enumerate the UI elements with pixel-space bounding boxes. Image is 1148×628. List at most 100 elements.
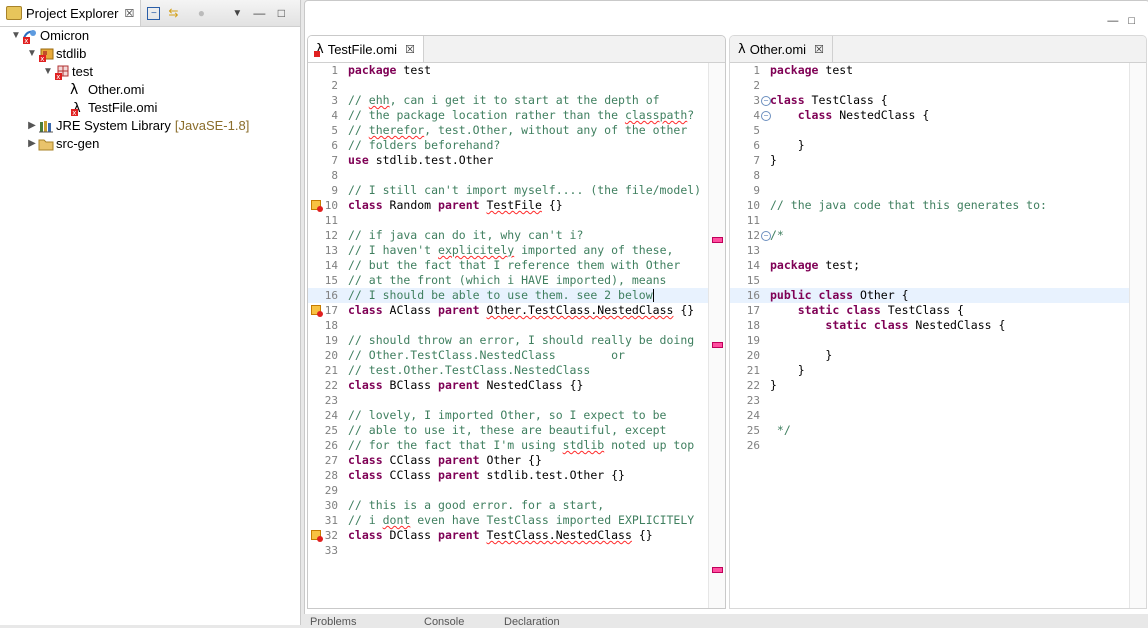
tree-item-other-omi[interactable]: λ Other.omi [0, 81, 300, 99]
code-line[interactable]: 22 class BClass parent NestedClass {} [308, 378, 725, 393]
code-line[interactable]: 5 [730, 123, 1146, 138]
overview-ruler[interactable] [1129, 63, 1146, 608]
close-icon[interactable]: ☒ [405, 43, 415, 56]
code-line[interactable]: 24 // lovely, I imported Other, so I expe… [308, 408, 725, 423]
code-line[interactable]: 22} [730, 378, 1146, 393]
code-editor-other[interactable]: 1 package test 2 3− class TestClass {4− clas… [730, 63, 1146, 453]
code-text: // therefor, test.Other, without any of … [348, 123, 688, 137]
code-editor-testfile[interactable]: 1 package test 2 3// ehh, can i get it to s… [308, 63, 725, 558]
code-line[interactable]: 33 [308, 543, 725, 558]
code-line[interactable]: 30 // this is a good error. for a start, [308, 498, 725, 513]
code-line[interactable]: 14 // but the fact that I reference them … [308, 258, 725, 273]
code-line[interactable]: 10 // the java code that this generates t… [730, 198, 1146, 213]
code-line[interactable]: 1 package test [730, 63, 1146, 78]
error-overview-marker[interactable] [712, 342, 723, 348]
close-icon[interactable]: ☒ [814, 43, 824, 56]
code-line[interactable]: 5 // therefor, test.Other, without any of… [308, 123, 725, 138]
code-line[interactable]: 29 [308, 483, 725, 498]
code-line[interactable]: 7 use stdlib.test.Other [308, 153, 725, 168]
code-line[interactable]: 12−/* [730, 228, 1146, 243]
code-line[interactable]: 15 // at the front (which i HAVE imported… [308, 273, 725, 288]
code-line[interactable]: 8 [308, 168, 725, 183]
minimize-icon[interactable]: — [1107, 15, 1118, 27]
code-line[interactable]: 17 class AClass parent Other.TestClass.Ne… [308, 303, 725, 318]
maximize-icon[interactable]: □ [272, 4, 290, 22]
code-line[interactable]: 16 // I should be able to use them. see 2… [308, 288, 725, 303]
code-line[interactable]: 31 // i dont even have TestClass imported… [308, 513, 725, 528]
tree-item-jre[interactable]: ▶ JRE System Library [JavaSE-1.8] [0, 117, 300, 135]
code-line[interactable]: 8 [730, 168, 1146, 183]
code-line[interactable]: 23 [730, 393, 1146, 408]
code-line[interactable]: 19 [730, 333, 1146, 348]
code-line[interactable]: 15 [730, 273, 1146, 288]
code-line[interactable]: 26 // for the fact that I'm using stdlib … [308, 438, 725, 453]
tree-item-omicron[interactable]: ▼ x Omicron [0, 27, 300, 45]
tab-project-explorer[interactable]: Project Explorer ☒ [0, 0, 142, 26]
code-line[interactable]: 12 // if java can do it, why can't i? [308, 228, 725, 243]
tab-testfile-omi[interactable]: λ TestFile.omi ☒ [308, 36, 424, 62]
code-line[interactable]: 6 // folders beforehand? [308, 138, 725, 153]
expand-arrow-icon[interactable]: ▼ [42, 63, 54, 81]
tab-console[interactable]: Console [424, 616, 464, 628]
tree-item-testfile-omi[interactable]: λx TestFile.omi [0, 99, 300, 117]
expand-arrow-icon[interactable]: ▼ [10, 27, 22, 45]
error-marker-icon[interactable] [311, 200, 323, 212]
error-overview-marker[interactable] [712, 567, 723, 573]
code-line[interactable]: 32 class DClass parent TestClass.NestedCl… [308, 528, 725, 543]
code-line[interactable]: 21 // test.Other.TestClass.NestedClass [308, 363, 725, 378]
code-line[interactable]: 25 // able to use it, these are beautiful… [308, 423, 725, 438]
code-line[interactable]: 18 [308, 318, 725, 333]
code-line[interactable]: 11 [308, 213, 725, 228]
code-line[interactable]: 24 [730, 408, 1146, 423]
code-line[interactable]: 2 [308, 78, 725, 93]
minimize-icon[interactable]: — [250, 4, 268, 22]
code-line[interactable]: 28 class CClass parent stdlib.test.Other … [308, 468, 725, 483]
link-with-editor-icon[interactable]: ⇆ [164, 4, 182, 22]
collapse-all-icon[interactable]: − [147, 6, 161, 20]
code-line[interactable]: 21 } [730, 363, 1146, 378]
error-marker-icon[interactable] [311, 530, 323, 542]
code-line[interactable]: 25 */ [730, 423, 1146, 438]
expand-arrow-icon[interactable]: ▶ [26, 135, 38, 153]
code-line[interactable]: 3 // ehh, can i get it to start at the de… [308, 93, 725, 108]
code-line[interactable]: 18 static class NestedClass { [730, 318, 1146, 333]
error-marker-icon[interactable] [311, 305, 323, 317]
code-line[interactable]: 7} [730, 153, 1146, 168]
tab-problems[interactable]: Problems [310, 616, 356, 628]
tree-item-stdlib[interactable]: ▼ x stdlib [0, 45, 300, 63]
focus-icon[interactable]: ● [192, 4, 210, 22]
code-line[interactable]: 1 package test [308, 63, 725, 78]
code-line[interactable]: 10 class Random parent TestFile {} [308, 198, 725, 213]
code-line[interactable]: 20 // Other.TestClass.NestedClass or [308, 348, 725, 363]
expand-arrow-icon[interactable]: ▼ [26, 45, 38, 63]
view-menu-chevron-down-icon[interactable]: ▼ [228, 4, 246, 22]
code-line[interactable]: 4 // the package location rather than the… [308, 108, 725, 123]
code-line[interactable]: 13 [730, 243, 1146, 258]
tree-item-test[interactable]: ▼ x test [0, 63, 300, 81]
tab-other-omi[interactable]: λ Other.omi ☒ [730, 36, 833, 62]
overview-ruler[interactable] [708, 63, 725, 608]
code-line[interactable]: 9 [730, 183, 1146, 198]
code-line[interactable]: 3− class TestClass { [730, 93, 1146, 108]
error-overview-marker[interactable] [712, 237, 723, 243]
code-line[interactable]: 2 [730, 78, 1146, 93]
code-line[interactable]: 9 // I still can't import myself.... (the… [308, 183, 725, 198]
code-line[interactable]: 23 [308, 393, 725, 408]
close-icon[interactable]: ☒ [124, 7, 134, 20]
code-line[interactable]: 19 // should throw an error, I should rea… [308, 333, 725, 348]
maximize-icon[interactable]: □ [1128, 15, 1135, 27]
code-line[interactable]: 6 } [730, 138, 1146, 153]
code-line[interactable]: 14 package test; [730, 258, 1146, 273]
code-line[interactable]: 26 [730, 438, 1146, 453]
code-text: // i dont even have TestClass imported E… [348, 513, 695, 527]
code-line[interactable]: 27 class CClass parent Other {} [308, 453, 725, 468]
tab-declaration[interactable]: Declaration [504, 616, 560, 628]
code-line[interactable]: 17 static class TestClass { [730, 303, 1146, 318]
tree-item-src-gen[interactable]: ▶ src-gen [0, 135, 300, 153]
code-line[interactable]: 11 [730, 213, 1146, 228]
expand-arrow-icon[interactable]: ▶ [26, 117, 38, 135]
code-line[interactable]: 16 public class Other { [730, 288, 1146, 303]
code-line[interactable]: 4− class NestedClass { [730, 108, 1146, 123]
code-line[interactable]: 13 // I haven't explicitely imported any … [308, 243, 725, 258]
code-line[interactable]: 20 } [730, 348, 1146, 363]
